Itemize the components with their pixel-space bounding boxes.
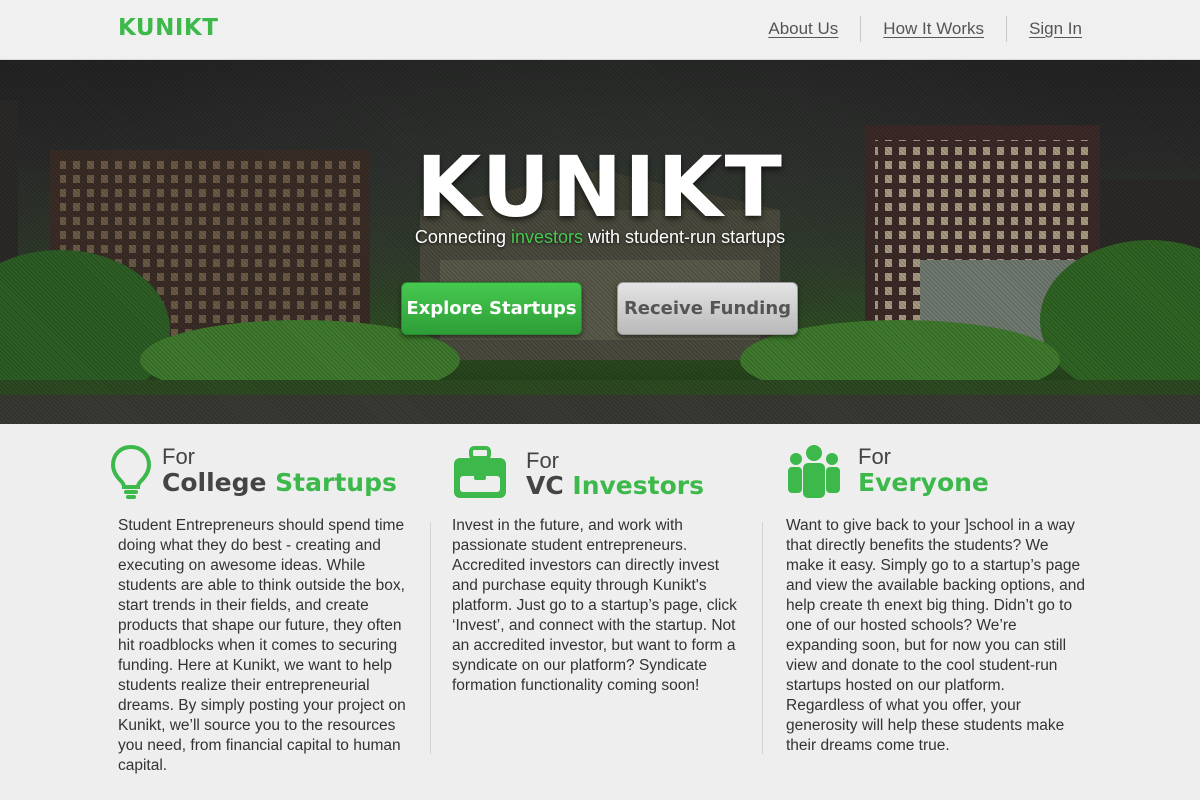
briefcase-icon	[454, 446, 506, 498]
explore-startups-button[interactable]: Explore Startups	[401, 282, 582, 335]
column-title: VC Investors	[526, 471, 704, 500]
column-for-label: For	[858, 444, 891, 469]
column-divider	[430, 522, 431, 754]
hero-subtitle: Connecting investors with student-run st…	[0, 227, 1200, 248]
hero-subtitle-start: Connecting	[414, 227, 511, 247]
nav-about-us-link[interactable]: About Us	[746, 15, 860, 43]
column-body-text: Student Entrepreneurs should spend time …	[118, 517, 406, 774]
column-title-plain: VC	[526, 471, 573, 500]
column-body-text: Want to give back to your ]school in a w…	[786, 517, 1086, 754]
logo[interactable]: KUNIKT	[118, 15, 218, 41]
column-title-accent: Everyone	[858, 468, 989, 497]
column-for-label: For	[162, 444, 195, 469]
top-nav-bar: KUNIKT About Us How It Works Sign In	[0, 0, 1200, 60]
nav-sign-in-link[interactable]: Sign In	[1007, 15, 1082, 43]
column-divider	[762, 522, 763, 754]
hero-subtitle-end: with student-run startups	[583, 227, 786, 247]
column-title-accent: Startups	[275, 468, 397, 497]
column-body-text: Invest in the future, and work with pass…	[452, 517, 737, 694]
column-title-accent: Investors	[572, 471, 704, 500]
lightbulb-icon	[110, 444, 152, 499]
column-title: Everyone	[858, 468, 989, 497]
hero-subtitle-accent: investors	[510, 227, 583, 247]
group-icon	[788, 445, 840, 498]
hero-title: KUNIKT	[416, 138, 784, 236]
receive-funding-button[interactable]: Receive Funding	[617, 282, 798, 335]
column-title-plain: College	[162, 468, 276, 497]
column-title: College Startups	[162, 468, 397, 497]
nav-how-it-works-link[interactable]: How It Works	[861, 15, 1006, 43]
hero-banner: KUNIKT Connecting investors with student…	[0, 60, 1200, 424]
nav-links: About Us How It Works Sign In	[746, 14, 1082, 44]
